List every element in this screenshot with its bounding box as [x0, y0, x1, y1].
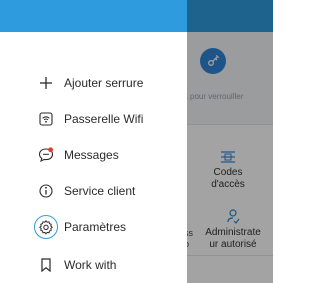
menu-item-customer-service[interactable]: Service client	[0, 176, 187, 206]
menu-item-label: Ajouter serrure	[64, 76, 144, 90]
menu-item-wifi-gateway[interactable]: Passerelle Wifi	[0, 104, 187, 134]
menu-item-messages[interactable]: Messages	[0, 140, 187, 170]
gear-icon	[36, 217, 56, 237]
menu-item-add-lock[interactable]: Ajouter serrure	[0, 68, 187, 98]
menu-item-label: Service client	[64, 184, 136, 198]
wifi-gateway-icon	[36, 109, 56, 129]
menu-item-label: Work with	[64, 258, 117, 272]
menu-item-label: Passerelle Wifi	[64, 112, 144, 126]
menu-item-label: Paramètres	[64, 220, 127, 234]
menu-item-settings[interactable]: Paramètres	[0, 212, 187, 242]
drawer-header	[0, 0, 187, 32]
plus-icon	[36, 73, 56, 93]
bookmark-icon	[36, 255, 56, 275]
navigation-drawer: Ajouter serrure Passerelle Wifi Messages…	[0, 0, 187, 283]
message-icon	[36, 145, 56, 165]
menu-item-work-with[interactable]: Work with	[0, 250, 187, 280]
notification-badge	[48, 147, 53, 153]
menu-item-label: Messages	[64, 148, 119, 162]
info-icon	[36, 181, 56, 201]
